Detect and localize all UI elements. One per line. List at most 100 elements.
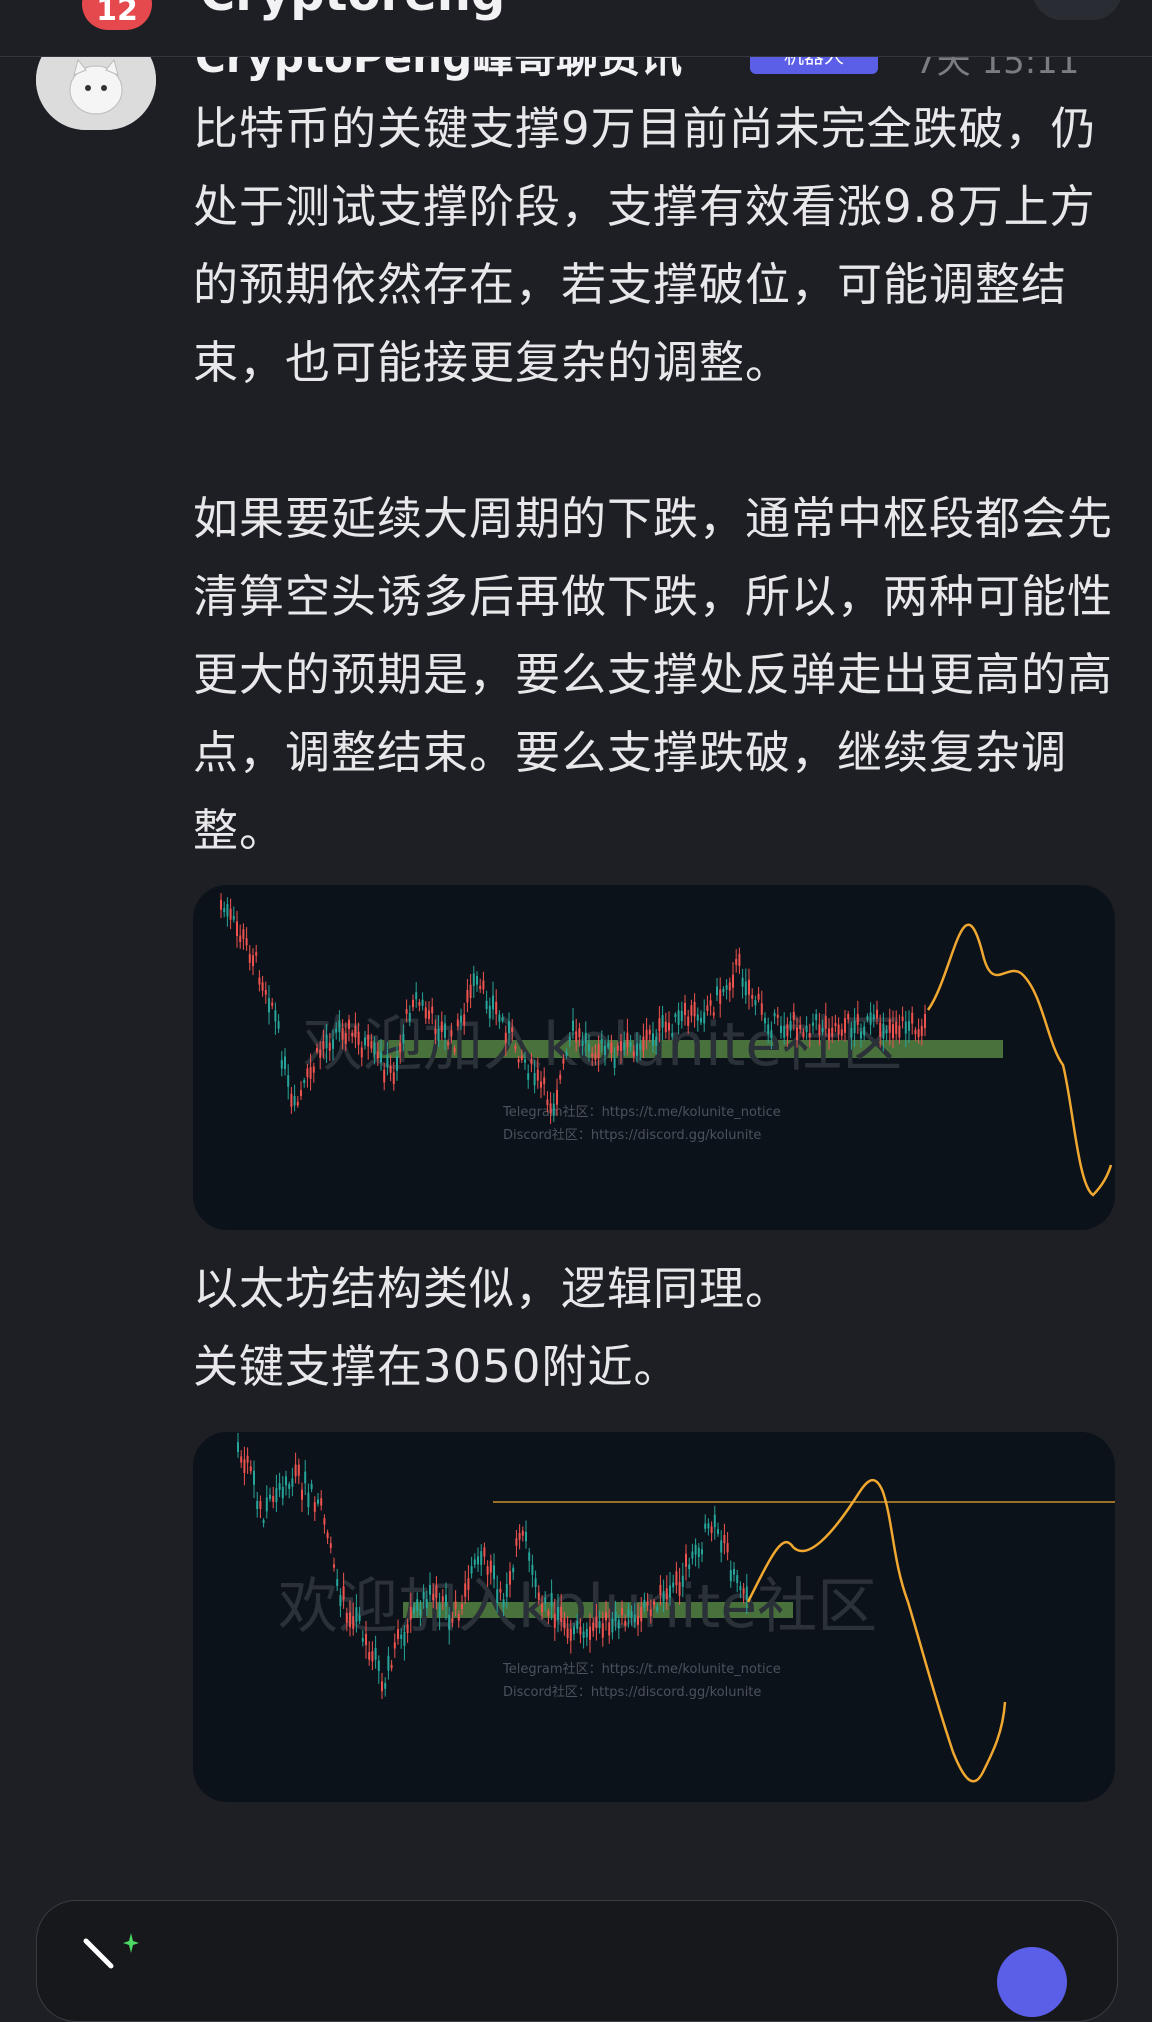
candle-body bbox=[719, 989, 722, 1004]
candle-body bbox=[348, 1019, 350, 1030]
candle-body bbox=[643, 1600, 646, 1608]
candle-body bbox=[521, 1530, 524, 1536]
top-action-button[interactable] bbox=[1032, 0, 1122, 20]
eth-chart-image[interactable]: 欢迎加入kolunite社区 Telegram社区：https://t.me/k… bbox=[193, 1432, 1115, 1802]
candle-body bbox=[483, 1547, 486, 1557]
candle-body bbox=[645, 1029, 648, 1040]
candle-body bbox=[390, 1664, 393, 1669]
candle-body bbox=[748, 979, 750, 995]
candle-body bbox=[373, 1042, 376, 1055]
candle-body bbox=[642, 1036, 645, 1051]
candle-body bbox=[544, 1597, 547, 1604]
candle-body bbox=[226, 904, 229, 917]
candle-body bbox=[501, 1017, 504, 1022]
candle-body bbox=[632, 1051, 635, 1057]
candle-body bbox=[271, 1002, 274, 1006]
candle-body bbox=[509, 1571, 511, 1585]
candle-body bbox=[924, 1014, 926, 1029]
candle-body bbox=[268, 998, 270, 1013]
candle-body bbox=[707, 1523, 710, 1529]
candle-body bbox=[322, 1041, 325, 1050]
candle-body bbox=[701, 1549, 703, 1555]
candle-body bbox=[573, 1626, 575, 1635]
candle-body bbox=[696, 1014, 699, 1021]
candle-body bbox=[479, 985, 482, 989]
candle-body bbox=[911, 1012, 914, 1024]
candle-body bbox=[220, 899, 222, 910]
candle-body bbox=[540, 1081, 542, 1088]
candle-body bbox=[767, 1024, 770, 1034]
candle-body bbox=[470, 1566, 473, 1574]
candle-body bbox=[360, 1047, 363, 1058]
candle-body bbox=[856, 1014, 859, 1025]
candle-body bbox=[589, 1626, 591, 1640]
candle-body bbox=[821, 1027, 824, 1033]
candle-body bbox=[850, 1028, 853, 1038]
telegram-link-text: Telegram社区：https://t.me/kolunite_notice bbox=[502, 1661, 781, 1677]
candle-body bbox=[396, 1056, 398, 1071]
candle-body bbox=[317, 1499, 319, 1504]
candle-body bbox=[693, 1001, 696, 1017]
candle-body bbox=[415, 992, 418, 1000]
candle-body bbox=[572, 1020, 574, 1031]
candle-body bbox=[450, 1030, 453, 1037]
candle-body bbox=[783, 1025, 786, 1038]
candle-body bbox=[716, 986, 718, 996]
candle-body bbox=[498, 1014, 501, 1022]
candle-body bbox=[307, 1492, 310, 1508]
candle-body bbox=[341, 1027, 344, 1040]
candle-body bbox=[712, 1012, 715, 1016]
candle-body bbox=[259, 1501, 262, 1509]
candle-body bbox=[293, 1096, 296, 1106]
candle-body bbox=[685, 1553, 687, 1567]
candle-body bbox=[597, 1044, 600, 1059]
candle-body bbox=[464, 1583, 467, 1597]
candle-body bbox=[258, 977, 261, 985]
candle-body bbox=[274, 1010, 277, 1022]
candle-body bbox=[805, 1025, 808, 1033]
candle-body bbox=[291, 1478, 294, 1487]
sparkle-icon[interactable] bbox=[81, 1931, 141, 1971]
candle-body bbox=[239, 935, 242, 942]
candle-body bbox=[245, 938, 248, 946]
discord-link-text: Discord社区：https://discord.gg/kolunite bbox=[503, 1127, 761, 1143]
candle-body bbox=[895, 1022, 898, 1034]
candle-body bbox=[706, 1005, 709, 1012]
candle-body bbox=[444, 1023, 446, 1038]
candle-body bbox=[876, 1009, 878, 1019]
candle-body bbox=[837, 1024, 840, 1035]
candle-body bbox=[469, 984, 472, 999]
candle-body bbox=[476, 976, 478, 985]
candle-body bbox=[569, 1628, 572, 1641]
candle-body bbox=[432, 1593, 435, 1601]
candle-body bbox=[598, 1621, 601, 1629]
candle-body bbox=[422, 1591, 425, 1599]
candle-body bbox=[664, 1021, 667, 1033]
candle-body bbox=[560, 1607, 563, 1622]
candle-body bbox=[671, 1033, 674, 1037]
candle-body bbox=[678, 1582, 681, 1596]
candle-body bbox=[440, 1021, 443, 1033]
send-button[interactable] bbox=[997, 1947, 1067, 2017]
candle-body bbox=[419, 1609, 422, 1616]
candle-body bbox=[792, 1011, 795, 1020]
candle-body bbox=[265, 1497, 268, 1512]
candle-body bbox=[304, 1471, 307, 1484]
candlesticks bbox=[237, 1432, 748, 1700]
candle-body bbox=[437, 1028, 440, 1041]
candle-body bbox=[648, 1029, 651, 1035]
btc-chart-image[interactable]: 欢迎加入kolunite社区 Telegram社区：https://t.me/k… bbox=[193, 885, 1115, 1230]
candle-body bbox=[338, 1020, 341, 1033]
candle-body bbox=[329, 1543, 332, 1549]
candle-body bbox=[287, 1075, 290, 1087]
candle-body bbox=[272, 1495, 275, 1502]
candle-body bbox=[611, 1618, 614, 1633]
candle-body bbox=[374, 1647, 377, 1660]
candle-body bbox=[605, 1612, 607, 1621]
candle-body bbox=[882, 1023, 885, 1039]
candle-body bbox=[431, 1006, 434, 1014]
candle-body bbox=[397, 1629, 399, 1640]
message-composer[interactable] bbox=[36, 1900, 1118, 2022]
candle-body bbox=[726, 1543, 729, 1553]
unread-badge[interactable]: 12 bbox=[82, 0, 152, 30]
